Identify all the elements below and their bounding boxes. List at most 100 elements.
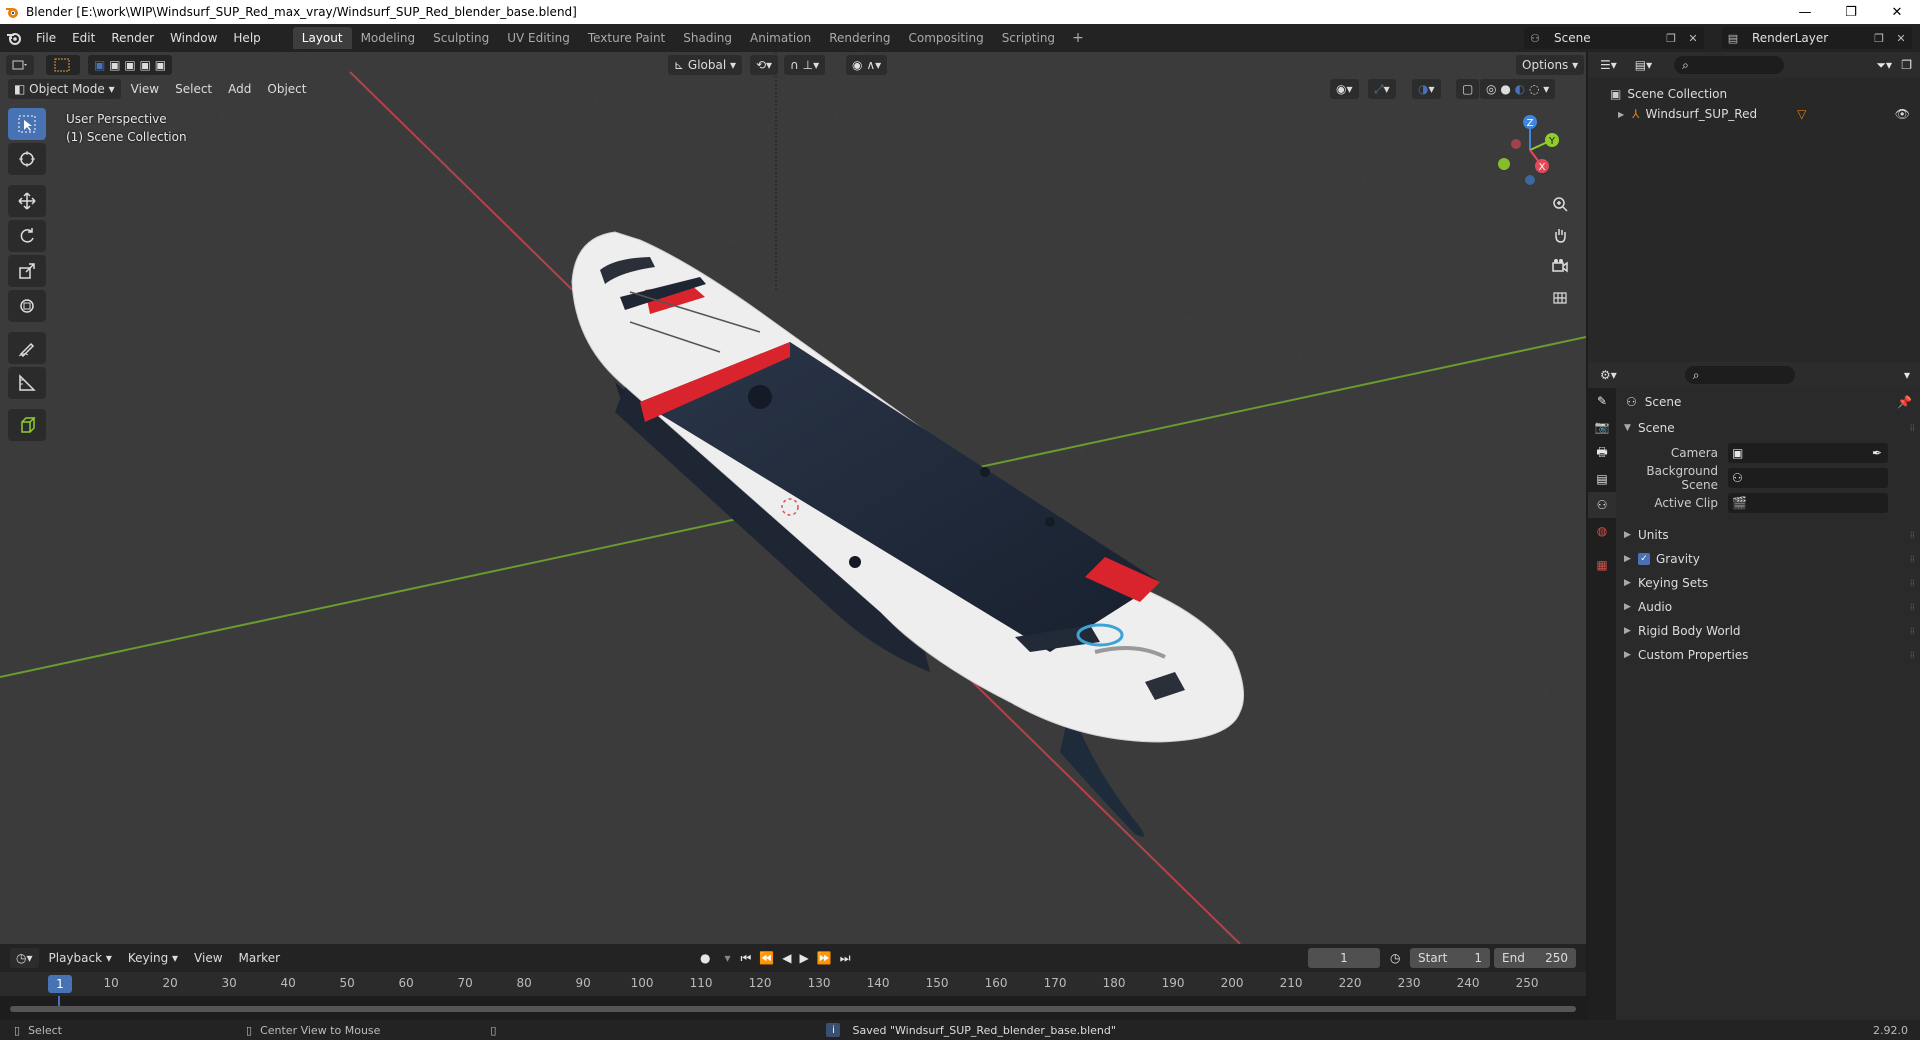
- timeline-ruler[interactable]: 1 10 20 30 40 50 60 70 80 90 100 110 120 130 140 150 16…: [0, 972, 1586, 996]
- select-extend-icon[interactable]: ▣: [109, 58, 120, 72]
- camera-field[interactable]: ▣ ✒: [1728, 442, 1888, 463]
- gravity-panel-header[interactable]: ▶ ✓ Gravity ⁞⁞: [1618, 547, 1920, 571]
- add-cube-tool[interactable]: [8, 409, 46, 441]
- cursor-tool[interactable]: [8, 143, 46, 175]
- start-frame-field[interactable]: Start 1: [1410, 948, 1490, 968]
- annotate-tool[interactable]: [8, 332, 46, 364]
- select-mode-buttons[interactable]: ▣ ▣ ▣ ▣ ▣: [88, 55, 173, 75]
- tab-modeling[interactable]: Modeling: [352, 27, 425, 49]
- drag-grip-icon[interactable]: ⁞⁞: [1910, 626, 1915, 637]
- tab-animation[interactable]: Animation: [741, 27, 820, 49]
- pin-icon[interactable]: 📌: [1897, 395, 1912, 409]
- viewport-menu-object[interactable]: Object: [259, 82, 314, 96]
- gizmo-toggle[interactable]: ⤢ ▾: [1368, 79, 1396, 99]
- eyedropper-icon[interactable]: ✒: [1872, 446, 1882, 460]
- select-tool[interactable]: [8, 108, 46, 140]
- solid-shading-icon[interactable]: ●: [1500, 82, 1510, 96]
- viewport-menu-view[interactable]: View: [123, 82, 167, 96]
- new-collection-icon[interactable]: ❐: [1901, 58, 1912, 72]
- play-icon[interactable]: ▶: [800, 951, 809, 965]
- add-workspace-button[interactable]: +: [1064, 30, 1092, 46]
- menu-edit[interactable]: Edit: [64, 31, 103, 45]
- play-reverse-icon[interactable]: ◀: [782, 951, 791, 965]
- tab-rendering[interactable]: Rendering: [820, 27, 899, 49]
- outliner-scene-collection[interactable]: ▣ Scene Collection: [1588, 84, 1920, 104]
- restore-button[interactable]: ❐: [1828, 0, 1874, 24]
- auto-key-record-icon[interactable]: ●: [700, 951, 710, 965]
- view-layer-tab-icon[interactable]: ▤: [1588, 466, 1616, 492]
- move-tool[interactable]: [8, 185, 46, 217]
- proportional-edit-toggle[interactable]: ◉ ∧▾: [846, 55, 888, 75]
- filter-icon[interactable]: ⏷▾: [1876, 58, 1892, 73]
- rotate-tool[interactable]: [8, 220, 46, 252]
- rigid-body-panel-header[interactable]: ▶ Rigid Body World ⁞⁞: [1618, 619, 1920, 643]
- display-mode-dropdown[interactable]: ▤▾: [1628, 55, 1659, 75]
- shading-modes[interactable]: ◎ ● ◐ ◌ ▾: [1480, 79, 1556, 99]
- tab-shading[interactable]: Shading: [674, 27, 741, 49]
- scale-tool[interactable]: [8, 255, 46, 287]
- remove-layer-icon[interactable]: ✕: [1890, 32, 1912, 45]
- current-frame-field[interactable]: 1: [1308, 948, 1380, 968]
- menu-window[interactable]: Window: [162, 31, 225, 45]
- scene-panel-header[interactable]: ▼ Scene ⁞⁞: [1618, 416, 1920, 440]
- transform-orientation-dropdown[interactable]: ⊾ Global ▾: [668, 55, 743, 75]
- timeline-menu-playback[interactable]: Playback ▾: [41, 951, 120, 965]
- wireframe-shading-icon[interactable]: ◎: [1486, 82, 1496, 96]
- orthographic-grid-icon[interactable]: [1546, 283, 1574, 311]
- custom-properties-panel-header[interactable]: ▶ Custom Properties ⁞⁞: [1618, 643, 1920, 667]
- outliner-editor-type-button[interactable]: ☰▾: [1594, 55, 1623, 75]
- select-box-mode-icon[interactable]: [46, 55, 80, 75]
- editor-type-button[interactable]: [6, 55, 34, 75]
- tab-compositing[interactable]: Compositing: [899, 27, 992, 49]
- remove-scene-icon[interactable]: ✕: [1682, 32, 1704, 45]
- drag-grip-icon[interactable]: ⁞⁞: [1910, 602, 1915, 613]
- drag-grip-icon[interactable]: ⁞⁞: [1910, 650, 1915, 661]
- menu-file[interactable]: File: [28, 31, 64, 45]
- drag-grip-icon[interactable]: ⁞⁞: [1910, 423, 1915, 434]
- visibility-eye-icon[interactable]: 👁: [1895, 107, 1910, 121]
- end-frame-field[interactable]: End 250: [1494, 948, 1576, 968]
- outliner-search-input[interactable]: ⌕: [1674, 56, 1785, 74]
- close-window-button[interactable]: ✕: [1874, 0, 1920, 24]
- rendered-shading-icon[interactable]: ◌: [1529, 82, 1539, 96]
- viewport-menu-select[interactable]: Select: [167, 82, 220, 96]
- select-new-icon[interactable]: ▣: [94, 58, 105, 72]
- properties-search-input[interactable]: ⌕: [1684, 366, 1795, 384]
- object-mode-dropdown[interactable]: ◧ Object Mode ▾: [8, 79, 121, 99]
- camera-view-icon[interactable]: [1546, 252, 1574, 280]
- tab-sculpting[interactable]: Sculpting: [424, 27, 498, 49]
- timeline-menu-view[interactable]: View: [186, 951, 230, 965]
- keying-sets-panel-header[interactable]: ▶ Keying Sets ⁞⁞: [1618, 571, 1920, 595]
- tab-texture-paint[interactable]: Texture Paint: [579, 27, 674, 49]
- world-tab-icon[interactable]: ◍: [1588, 518, 1616, 544]
- tab-layout[interactable]: Layout: [292, 27, 352, 49]
- output-tab-icon[interactable]: 🖶: [1588, 440, 1616, 466]
- overlays-toggle[interactable]: ◑ ▾: [1412, 79, 1441, 99]
- drag-grip-icon[interactable]: ⁞⁞: [1910, 530, 1915, 541]
- jump-start-icon[interactable]: ⏮: [741, 951, 752, 966]
- scene-tab-icon[interactable]: ⚇: [1588, 492, 1616, 518]
- expand-arrow-icon[interactable]: ▶: [1618, 110, 1624, 119]
- jump-end-icon[interactable]: ⏭: [840, 951, 851, 966]
- duplicate-icon[interactable]: ❐: [1660, 32, 1682, 45]
- visibility-dropdown[interactable]: ◉▾: [1330, 79, 1359, 99]
- material-shading-icon[interactable]: ◐: [1515, 82, 1525, 96]
- timeline-menu-keying[interactable]: Keying ▾: [120, 951, 186, 965]
- xray-toggle[interactable]: ▢: [1456, 79, 1480, 99]
- scene-selector[interactable]: ⚇ Scene ❐ ✕: [1524, 27, 1704, 49]
- navigation-gizmo[interactable]: Z Y X: [1490, 110, 1570, 190]
- chevron-down-icon[interactable]: ▾: [1904, 368, 1910, 382]
- tab-scripting[interactable]: Scripting: [993, 27, 1064, 49]
- snap-toggle[interactable]: ∩ ⊥▾: [784, 55, 826, 75]
- select-intersect-icon[interactable]: ▣: [155, 58, 166, 72]
- select-invert-icon[interactable]: ▣: [140, 58, 151, 72]
- view-layer-selector[interactable]: ▤ RenderLayer ❐ ✕: [1722, 27, 1912, 49]
- tool-tab-icon[interactable]: ✎: [1588, 388, 1616, 414]
- drag-grip-icon[interactable]: ⁞⁞: [1910, 578, 1915, 589]
- timeline-scrollbar[interactable]: [10, 1006, 1576, 1012]
- minimize-button[interactable]: —: [1782, 0, 1828, 24]
- background-scene-field[interactable]: ⚇: [1728, 467, 1888, 488]
- select-subtract-icon[interactable]: ▣: [124, 58, 135, 72]
- zoom-icon[interactable]: [1546, 190, 1574, 218]
- properties-editor-type-button[interactable]: ⚙▾: [1594, 365, 1623, 385]
